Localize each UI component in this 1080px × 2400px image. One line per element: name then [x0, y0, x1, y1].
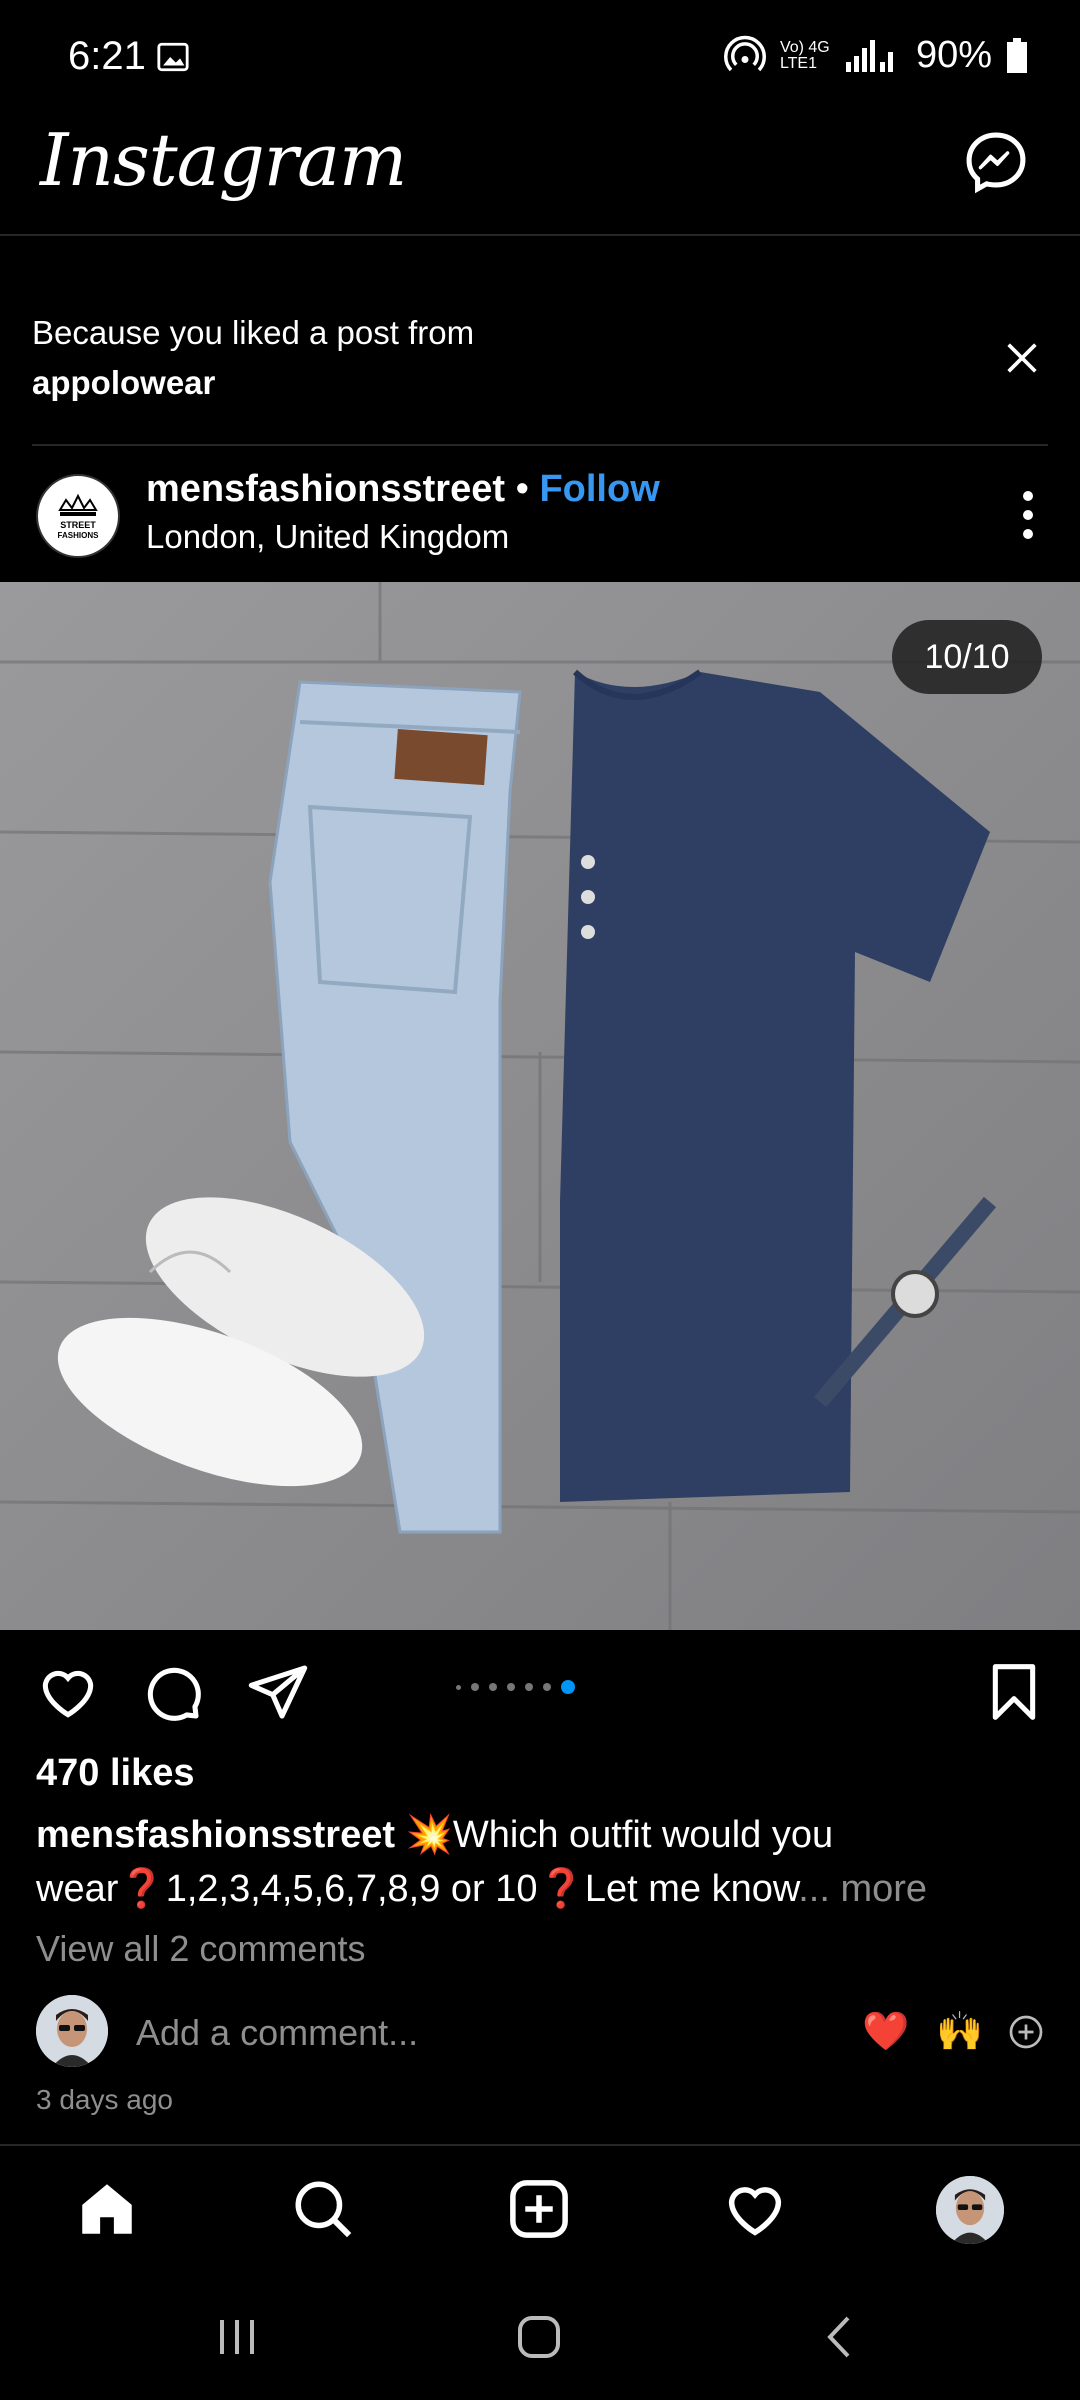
caption-emoji-question: ❓ [118, 1868, 166, 1910]
header-divider [0, 234, 1080, 236]
profile-avatar[interactable] [936, 2176, 1004, 2244]
brand-logo-text-2: FASHIONS [58, 531, 100, 540]
outfit-photo [0, 582, 1080, 1630]
suggestion-text: Because you liked a post from [32, 314, 475, 351]
messenger-icon[interactable] [962, 128, 1030, 196]
carousel-dots [456, 1680, 575, 1694]
suggestion-reason: Because you liked a post from appolowear [32, 308, 474, 408]
user-avatar-image [36, 1995, 108, 2067]
street-fashions-logo: STREET FASHIONS [39, 477, 117, 555]
view-comments-link[interactable]: View all 2 comments [36, 1928, 365, 1970]
suggestion-divider [32, 444, 1048, 446]
carousel-dot [543, 1683, 551, 1691]
carousel-dot [489, 1683, 497, 1691]
share-icon[interactable] [246, 1660, 310, 1724]
carousel-dot [456, 1684, 461, 1690]
network-label: Vo) 4G LTE1 [779, 38, 830, 72]
quick-reaction-raised-hands[interactable]: 🙌 [936, 2010, 983, 2054]
comment-icon[interactable] [140, 1660, 204, 1724]
gallery-notification-icon [157, 42, 189, 72]
carousel-dot-active [561, 1680, 575, 1694]
post-image[interactable] [0, 582, 1080, 1630]
carousel-dot [507, 1683, 515, 1691]
post-username[interactable]: mensfashionsstreet [146, 468, 505, 510]
suggestion-account[interactable]: appolowear [32, 364, 215, 401]
post-username-row: mensfashionsstreet • Follow [146, 468, 660, 511]
caption-emoji-question-2: ❓ [537, 1868, 585, 1910]
bookmark-icon[interactable] [982, 1660, 1046, 1724]
caption-ellipsis: ... [798, 1868, 830, 1910]
status-indicators: Vo) 4G LTE1 90% [723, 34, 1028, 77]
recents-icon[interactable] [212, 2312, 262, 2362]
follow-button[interactable]: Follow [539, 468, 659, 510]
carousel-dot [525, 1683, 533, 1691]
close-icon[interactable] [1002, 338, 1042, 378]
back-icon[interactable] [816, 2312, 866, 2362]
heart-icon[interactable] [36, 1660, 100, 1724]
caption-text-3: 1,2,3,4,5,6,7,8,9 or 10 [165, 1868, 538, 1910]
activity-heart-icon[interactable] [722, 2176, 788, 2242]
more-link[interactable]: more [830, 1868, 927, 1910]
post-location[interactable]: London, United Kingdom [146, 518, 509, 556]
profile-avatar-image [936, 2176, 1004, 2244]
post-caption: mensfashionsstreet 💥Which outfit would y… [36, 1808, 1046, 1916]
hotspot-icon [723, 35, 766, 71]
likes-count[interactable]: 470 likes [36, 1752, 194, 1795]
caption-emoji-collision: 💥 [405, 1814, 453, 1856]
create-icon[interactable] [506, 2176, 572, 2242]
user-avatar[interactable] [36, 1995, 108, 2067]
quick-reaction-heart[interactable]: ❤️ [862, 2010, 909, 2054]
separator: • [505, 468, 540, 510]
caption-text-4: Let me know [584, 1868, 799, 1910]
caption-text-2: wear [36, 1868, 119, 1910]
caption-text-1: Which outfit would you [452, 1814, 834, 1856]
more-options-icon[interactable] [1022, 490, 1034, 540]
brand-logo-text-1: STREET [60, 520, 96, 530]
battery-icon [1007, 37, 1027, 73]
home-icon[interactable] [74, 2176, 140, 2242]
search-icon[interactable] [290, 2176, 356, 2242]
home-circle-icon[interactable] [514, 2312, 564, 2362]
carousel-dot [471, 1683, 479, 1691]
carousel-counter: 10/10 [892, 620, 1042, 694]
add-comment-input[interactable]: Add a comment... [136, 2012, 418, 2054]
instagram-logo[interactable]: Instagram [40, 118, 407, 202]
signal-icon [845, 39, 893, 72]
battery-percent: 90% [915, 34, 992, 76]
add-emoji-icon[interactable] [1008, 2014, 1044, 2050]
post-timestamp: 3 days ago [36, 2084, 173, 2115]
caption-username[interactable]: mensfashionsstreet [36, 1814, 395, 1856]
bottom-nav-divider [0, 2144, 1080, 2146]
post-avatar[interactable]: STREET FASHIONS [36, 474, 120, 558]
status-time: 6:21 [68, 34, 146, 78]
